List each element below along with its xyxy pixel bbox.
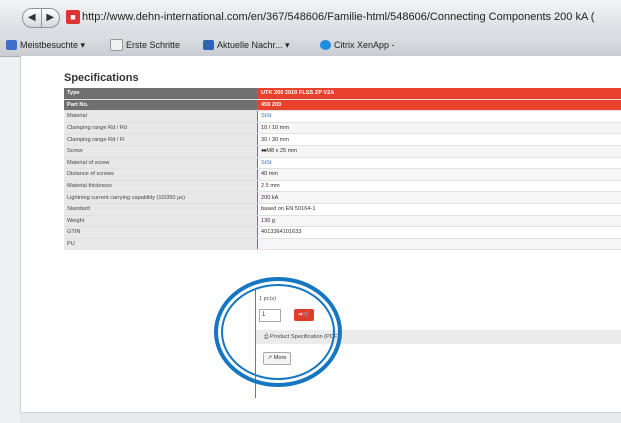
screw-value: M8 x 25 mm <box>266 148 298 155</box>
bookmark-most-visited[interactable]: Meistbesuchte ▾ <box>6 34 85 56</box>
section-title: Specifications <box>64 72 139 84</box>
page-icon <box>110 39 123 51</box>
bookmark-label: Citrix XenApp - <box>334 40 395 50</box>
row-label: Part No. <box>64 99 258 112</box>
url-field[interactable]: http://www.dehn-international.com/en/367… <box>82 9 621 25</box>
page-footer <box>20 412 621 423</box>
table-row: PU <box>64 238 621 251</box>
row-value: 4013364101633 <box>257 226 621 239</box>
row-value: 10 / 10 mm <box>257 122 621 135</box>
row-value: based on EN 50164-1 <box>257 203 621 216</box>
row-label: Weight <box>64 215 258 228</box>
row-value: ●● M8 x 25 mm <box>257 145 621 158</box>
rss-icon <box>203 40 214 50</box>
row-value: 200 kA <box>257 191 621 204</box>
address-bar: ◀ ▶ ■ http://www.dehn-international.com/… <box>0 0 621 35</box>
table-row: Clamping range Rd / Fl 30 / 30 mm <box>64 133 621 146</box>
row-label: Type <box>64 88 258 100</box>
table-row: Material StSt <box>64 110 621 123</box>
bookmarks-bar: Meistbesuchte ▾ Erste Schritte Aktuelle … <box>0 34 621 57</box>
bookmark-icon <box>6 40 17 50</box>
citrix-icon <box>320 40 331 50</box>
table-row: Screw ●● M8 x 25 mm <box>64 145 621 158</box>
bookmark-citrix[interactable]: Citrix XenApp - <box>320 34 395 56</box>
highlight-circle-inner <box>221 284 335 380</box>
table-row: GTIN 4013364101633 <box>64 226 621 239</box>
row-label: Distance of screws <box>64 168 258 181</box>
table-row: Part No. 459 200 <box>64 99 621 112</box>
bookmark-label: Erste Schritte <box>126 40 181 50</box>
row-label: Material <box>64 110 258 123</box>
row-value: 130 g <box>257 215 621 228</box>
row-value <box>257 238 621 251</box>
row-label: Material of screw <box>64 157 258 170</box>
table-row: Material of screw StSt <box>64 157 621 170</box>
bookmark-news[interactable]: Aktuelle Nachr... ▾ <box>203 34 290 56</box>
browser-window: ◀ ▶ ■ http://www.dehn-international.com/… <box>0 0 621 423</box>
row-label: Standard <box>64 203 258 216</box>
bookmark-label: Aktuelle Nachr... ▾ <box>217 40 290 50</box>
row-label: Clamping range Rd / Rd <box>64 122 258 135</box>
forward-button[interactable]: ▶ <box>42 9 60 27</box>
screw-material-link[interactable]: StSt <box>257 157 621 170</box>
row-value: 459 200 <box>257 99 621 112</box>
row-value: 30 / 30 mm <box>257 133 621 146</box>
back-button[interactable]: ◀ <box>23 9 42 27</box>
row-value: UTK 200 2010 FLSS ZP V2A <box>257 88 621 100</box>
table-row: Standard based on EN 50164-1 <box>64 203 621 216</box>
table-row: Material thickness 2.5 mm <box>64 180 621 193</box>
table-row: Weight 130 g <box>64 215 621 228</box>
row-label: Clamping range Rd / Fl <box>64 133 258 146</box>
material-link[interactable]: StSt <box>257 110 621 123</box>
table-row: Lightning current carrying capability (1… <box>64 191 621 204</box>
table-row: Clamping range Rd / Rd 10 / 10 mm <box>64 122 621 135</box>
table-row: Distance of screws 40 mm <box>64 168 621 181</box>
row-label: Lightning current carrying capability (1… <box>64 191 258 204</box>
row-label: Material thickness <box>64 180 258 193</box>
bookmark-getting-started[interactable]: Erste Schritte <box>110 34 180 56</box>
row-label: PU <box>64 238 258 251</box>
row-label: GTIN <box>64 226 258 239</box>
row-value: 2.5 mm <box>257 180 621 193</box>
row-label: Screw <box>64 145 258 158</box>
table-row: Type UTK 200 2010 FLSS ZP V2A <box>64 88 621 100</box>
row-value: 40 mm <box>257 168 621 181</box>
site-favicon-icon: ■ <box>66 10 80 24</box>
specifications-table: Type UTK 200 2010 FLSS ZP V2A Part No. 4… <box>64 88 621 251</box>
nav-buttons: ◀ ▶ <box>22 8 60 28</box>
bookmark-label: Meistbesuchte ▾ <box>20 40 86 50</box>
